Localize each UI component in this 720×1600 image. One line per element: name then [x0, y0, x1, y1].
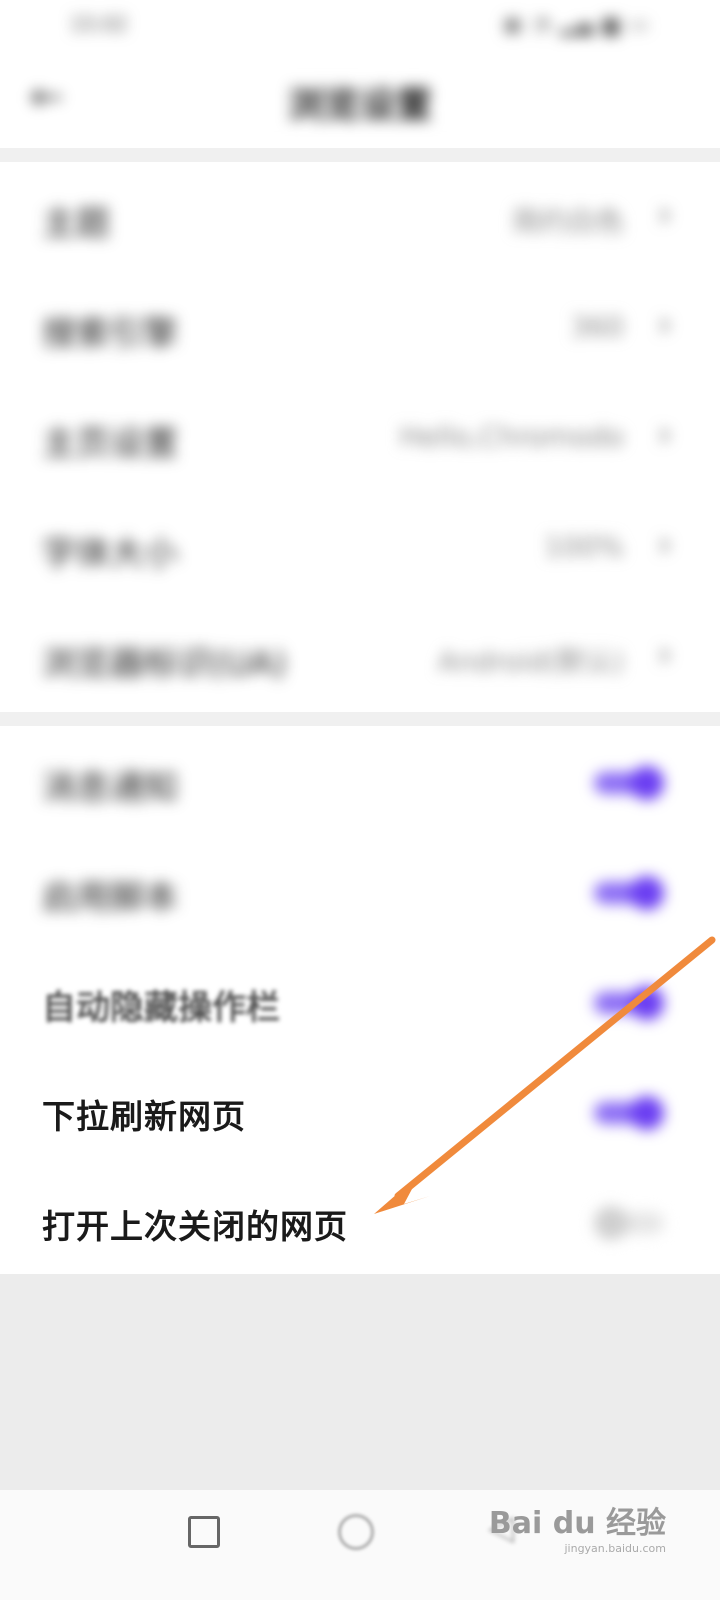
chevron-right-icon: › — [657, 634, 672, 675]
setting-label: 字体大小 — [42, 534, 178, 574]
home-icon[interactable] — [338, 1514, 374, 1550]
scripts-toggle[interactable] — [594, 876, 664, 910]
setting-search-engine[interactable]: 搜索引擎 360 › — [0, 272, 720, 382]
notifications-toggle[interactable] — [594, 766, 664, 800]
setting-label: 浏览器标识(UA) — [42, 644, 287, 684]
setting-value: 简约白色 — [511, 205, 624, 238]
setting-label: 下拉刷新网页 — [42, 1097, 246, 1136]
setting-notifications[interactable]: 消息通知 — [0, 726, 720, 836]
chevron-right-icon: › — [657, 304, 672, 345]
chevron-right-icon: › — [657, 414, 672, 455]
system-nav-bar: ◁ Bai du 经验 jingyan.baidu.com — [0, 1490, 720, 1600]
setting-label: 消息通知 — [42, 768, 178, 808]
section-divider — [0, 712, 720, 726]
chevron-right-icon: › — [657, 194, 672, 235]
recent-apps-icon[interactable] — [188, 1516, 220, 1548]
setting-pull-to-refresh[interactable]: 下拉刷新网页 — [0, 1056, 720, 1166]
setting-value: Hello,Chromodo — [399, 420, 624, 453]
setting-label: 主题 — [42, 204, 110, 244]
status-time: 15:02 — [70, 12, 128, 36]
status-bar: 15:02 ▣ ◔ ▂▄ ▆ ▭ — [0, 0, 720, 52]
screen: 15:02 ▣ ◔ ▂▄ ▆ ▭ ← 浏览设置 主题 简约白色 › 搜索引擎 3… — [0, 0, 720, 1600]
restore-last-pages-toggle[interactable] — [594, 1206, 664, 1240]
setting-value: 100% — [543, 530, 624, 563]
pull-to-refresh-toggle[interactable] — [594, 1096, 664, 1130]
baidu-jingyan-watermark: Bai du 经验 jingyan.baidu.com — [489, 1498, 666, 1555]
setting-value: 360 — [570, 310, 624, 343]
page-title: 浏览设置 — [287, 85, 432, 126]
status-icons: ▣ ◔ ▂▄ ▆ ▭ — [503, 12, 650, 36]
setting-user-agent[interactable]: 浏览器标识(UA) Android(默认) › — [0, 602, 720, 712]
setting-homepage[interactable]: 主页设置 Hello,Chromodo › — [0, 382, 720, 492]
chevron-right-icon: › — [657, 524, 672, 565]
setting-value: Android(默认) — [437, 645, 624, 678]
section-divider — [0, 148, 720, 162]
setting-label: 自动隐藏操作栏 — [42, 988, 280, 1028]
setting-font-size[interactable]: 字体大小 100% › — [0, 492, 720, 602]
watermark-url: jingyan.baidu.com — [564, 1542, 666, 1555]
setting-label: 打开上次关闭的网页 — [42, 1207, 348, 1246]
title-bar: ← 浏览设置 — [0, 52, 720, 148]
watermark-brand: Bai du 经验 — [488, 1506, 666, 1541]
setting-label: 主页设置 — [42, 424, 178, 464]
auto-hide-toolbar-toggle[interactable] — [594, 986, 664, 1020]
empty-area — [0, 1274, 720, 1490]
setting-restore-last-pages[interactable]: 打开上次关闭的网页 — [0, 1166, 720, 1276]
setting-label: 启用脚本 — [42, 878, 178, 918]
setting-scripts[interactable]: 启用脚本 — [0, 836, 720, 946]
setting-label: 搜索引擎 — [42, 314, 178, 354]
setting-auto-hide-toolbar[interactable]: 自动隐藏操作栏 — [0, 946, 720, 1056]
setting-theme[interactable]: 主题 简约白色 › — [0, 162, 720, 272]
